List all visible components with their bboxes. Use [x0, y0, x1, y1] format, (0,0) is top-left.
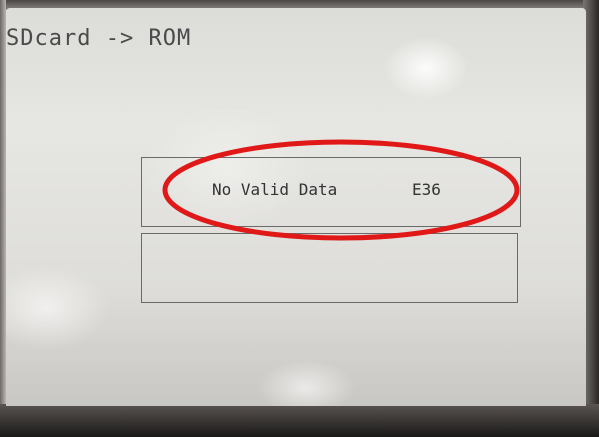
error-code: E36 [412, 180, 441, 199]
error-message: No Valid Data [212, 180, 338, 199]
bezel-bottom [0, 404, 599, 437]
secondary-message-box [141, 233, 518, 303]
photo-frame: SDcard -> ROM No Valid Data E36 [0, 0, 599, 437]
screen-title: SDcard -> ROM [6, 26, 192, 51]
